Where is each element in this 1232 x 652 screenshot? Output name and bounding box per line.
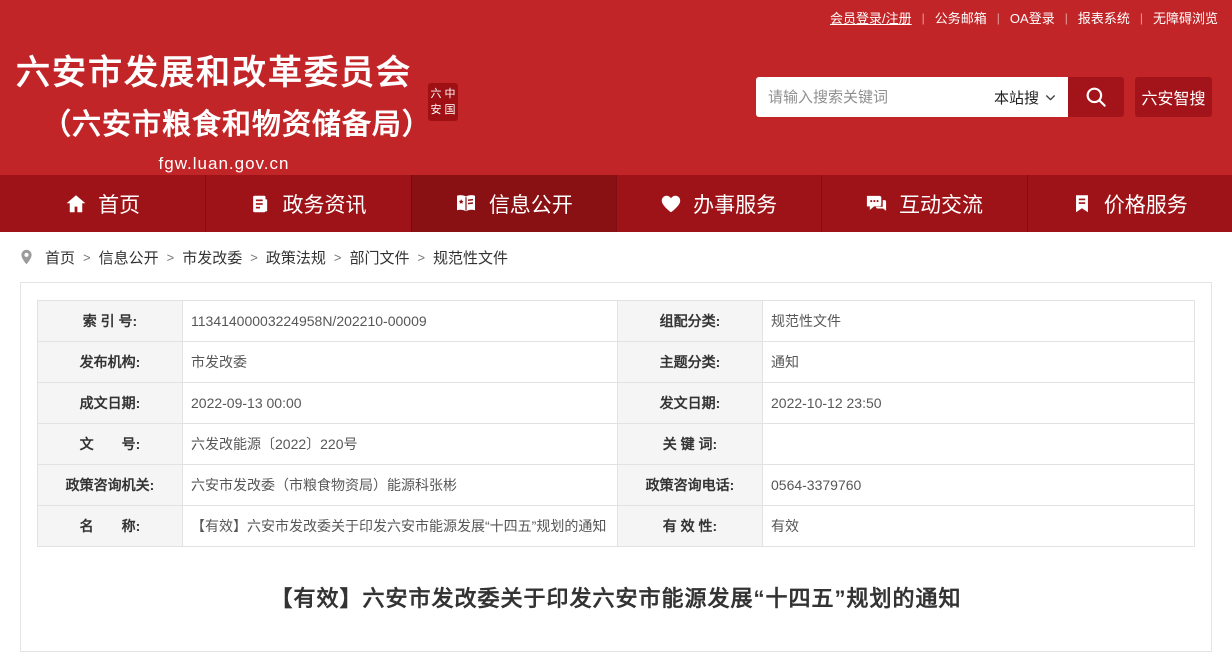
site-logo-title[interactable]: 六安市发展和改革委员会 （六安市粮食和物资储备局） fgw.luan.gov.c… [16,45,432,174]
smart-search-button[interactable]: 六安智搜 [1135,77,1212,117]
table-row: 名 称: 【有效】六安市发改委关于印发六安市能源发展“十四五”规划的通知 有 效… [38,506,1195,547]
nav-item-label: 价格服务 [1104,189,1188,219]
open-book-icon [454,192,478,216]
org-name-line1: 六安市发展和改革委员会 [16,45,432,94]
page-title: 【有效】六安市发改委关于印发六安市能源发展“十四五”规划的通知 [37,581,1195,613]
topbar-separator: | [1065,11,1068,25]
breadcrumb-separator: > [83,250,91,265]
meta-value [763,424,1195,465]
chat-icon [865,192,888,215]
member-login-link[interactable]: 会员登录/注册 [830,8,912,27]
nav-item-label: 政务资讯 [282,189,366,219]
breadcrumb-info-disclosure[interactable]: 信息公开 [99,247,159,268]
meta-label: 发文日期: [618,383,763,424]
search-input[interactable] [756,89,994,106]
meta-label: 主题分类: [618,342,763,383]
nav-item-label: 办事服务 [693,189,777,219]
search-box: 本站搜 [756,77,1068,117]
meta-label: 名 称: [38,506,183,547]
topbar-separator: | [1140,11,1143,25]
breadcrumb: 首页 > 信息公开 > 市发改委 > 政策法规 > 部门文件 > 规范性文件 [0,232,1232,282]
meta-value: 11341400003224958N/202210-00009 [183,301,618,342]
heart-icon [660,193,682,215]
topbar-separator: | [922,11,925,25]
meta-value: 2022-10-12 23:50 [763,383,1195,424]
nav-item-label: 互动交流 [899,189,983,219]
meta-value: 【有效】六安市发改委关于印发六安市能源发展“十四五”规划的通知 [183,506,618,547]
org-name-line2: （六安市粮食和物资储备局） [16,101,432,143]
meta-value: 通知 [763,342,1195,383]
nav-item-label: 信息公开 [489,189,573,219]
meta-label: 成文日期: [38,383,183,424]
seal-char: 安 [431,105,442,116]
table-row: 文 号: 六发改能源〔2022〕220号 关 键 词: [38,424,1195,465]
nav-item-interaction[interactable]: 互动交流 [821,175,1026,232]
meta-label: 关 键 词: [618,424,763,465]
search-button[interactable] [1068,77,1124,117]
meta-value: 0564-3379760 [763,465,1195,506]
seal-char: 六 [431,89,442,100]
meta-label: 有 效 性: [618,506,763,547]
nav-item-home[interactable]: 首页 [0,175,205,232]
breadcrumb-policy[interactable]: 政策法规 [266,247,326,268]
breadcrumb-separator: > [250,250,258,265]
meta-label: 索 引 号: [38,301,183,342]
home-icon [65,193,87,215]
meta-value: 2022-09-13 00:00 [183,383,618,424]
bookmark-icon [1071,193,1093,215]
meta-label: 政策咨询机关: [38,465,183,506]
meta-value: 六安市发改委（市粮食物资局）能源科张彬 [183,465,618,506]
report-system-link[interactable]: 报表系统 [1078,8,1130,27]
china-luan-seal-icon: 六 中 安 国 [428,83,458,121]
nav-item-news[interactable]: 政务资讯 [205,175,410,232]
official-mail-link[interactable]: 公务邮箱 [935,8,987,27]
main-nav: 首页 政务资讯 信息公开 办事服务 互动交流 价格服务 [0,175,1232,232]
breadcrumb-dept-files[interactable]: 部门文件 [349,247,409,268]
table-row: 发布机构: 市发改委 主题分类: 通知 [38,342,1195,383]
meta-value: 规范性文件 [763,301,1195,342]
masthead: 六安市发展和改革委员会 （六安市粮食和物资储备局） fgw.luan.gov.c… [0,35,1232,175]
search-scope-select[interactable]: 本站搜 [994,87,1068,108]
meta-label: 政策咨询电话: [618,465,763,506]
search-area: 本站搜 六安智搜 [756,77,1212,117]
meta-value: 六发改能源〔2022〕220号 [183,424,618,465]
meta-label: 组配分类: [618,301,763,342]
site-domain: fgw.luan.gov.cn [16,154,432,174]
nav-item-info-disclosure[interactable]: 信息公开 [411,175,616,232]
location-pin-icon [18,247,35,267]
top-utility-bar: 会员登录/注册 | 公务邮箱 | OA登录 | 报表系统 | 无障碍浏览 [0,0,1232,35]
meta-label: 发布机构: [38,342,183,383]
topbar-separator: | [997,11,1000,25]
breadcrumb-current: 规范性文件 [433,247,508,268]
table-row: 成文日期: 2022-09-13 00:00 发文日期: 2022-10-12 … [38,383,1195,424]
accessibility-link[interactable]: 无障碍浏览 [1153,8,1218,27]
search-icon [1083,84,1109,110]
oa-login-link[interactable]: OA登录 [1010,8,1055,27]
nav-item-label: 首页 [98,189,140,219]
nav-item-services[interactable]: 办事服务 [616,175,821,232]
nav-item-price-service[interactable]: 价格服务 [1027,175,1232,232]
breadcrumb-home[interactable]: 首页 [45,247,75,268]
meta-label: 文 号: [38,424,183,465]
seal-char: 国 [445,105,456,116]
table-row: 索 引 号: 11341400003224958N/202210-00009 组… [38,301,1195,342]
meta-value: 市发改委 [183,342,618,383]
seal-char: 中 [445,89,456,100]
search-scope-label: 本站搜 [994,87,1039,108]
document-icon [249,193,271,215]
breadcrumb-fgw[interactable]: 市发改委 [182,247,242,268]
document-meta-table: 索 引 号: 11341400003224958N/202210-00009 组… [37,300,1195,547]
chevron-down-icon [1044,91,1057,104]
table-row: 政策咨询机关: 六安市发改委（市粮食物资局）能源科张彬 政策咨询电话: 0564… [38,465,1195,506]
breadcrumb-separator: > [334,250,342,265]
meta-value: 有效 [763,506,1195,547]
breadcrumb-separator: > [417,250,425,265]
breadcrumb-separator: > [167,250,175,265]
document-detail-card: 索 引 号: 11341400003224958N/202210-00009 组… [20,282,1212,652]
